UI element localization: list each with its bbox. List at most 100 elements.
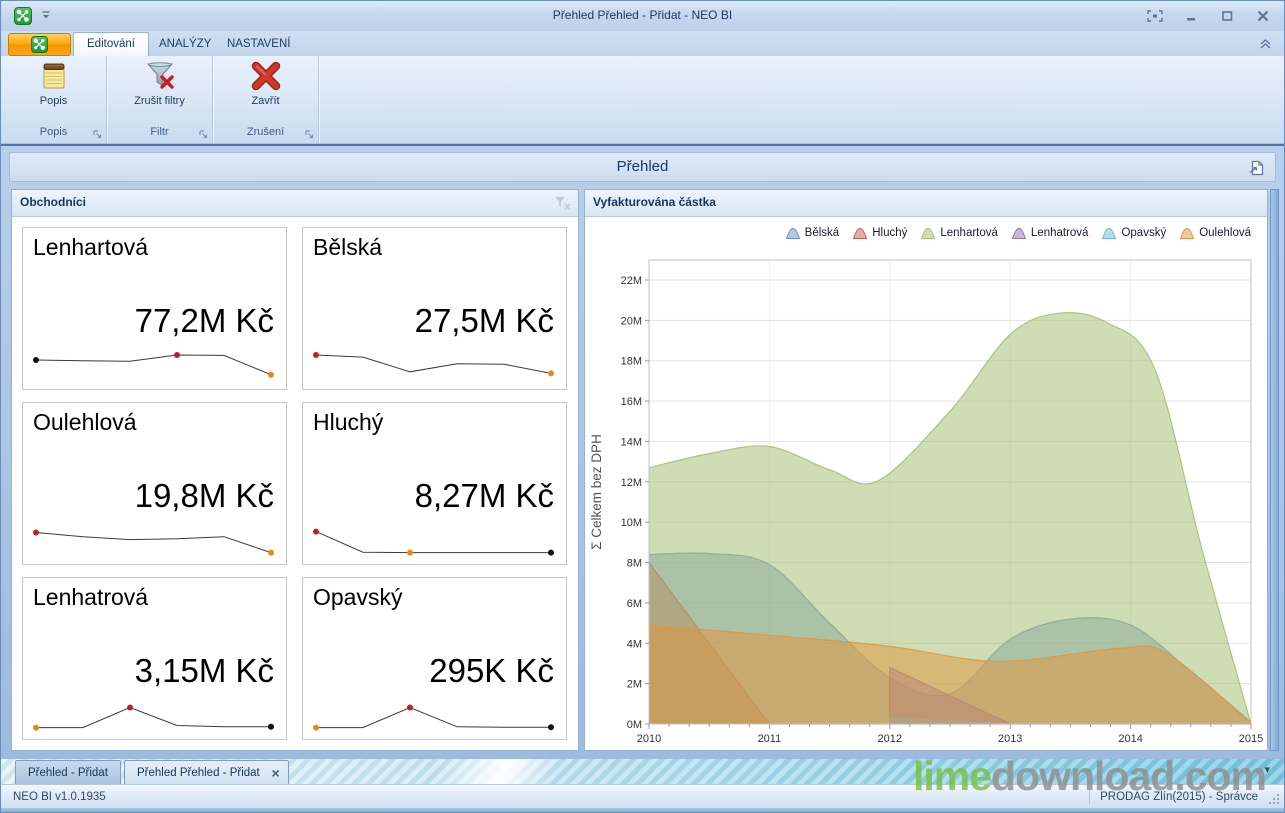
tab-close-icon[interactable]: × <box>272 761 280 784</box>
zavrit-button[interactable]: Zavřít <box>213 60 318 107</box>
svg-text:20M: 20M <box>621 315 642 327</box>
fullscreen-button[interactable] <box>1144 8 1166 24</box>
salesperson-card[interactable]: Hluchý 8,27M Kč <box>302 402 567 565</box>
ribbon-tab-nastaveni[interactable]: NASTAVENÍ <box>214 33 303 56</box>
legend-item[interactable]: Bělská <box>785 226 840 240</box>
ribbon-group-label: Popis <box>1 124 106 141</box>
ribbon: Popis Popis Zrušit filtry Filtr <box>1 56 1284 144</box>
sparkline <box>31 698 276 734</box>
application-menu-button[interactable] <box>8 33 71 56</box>
salesperson-card[interactable]: Lenhatrová3,15M Kč <box>22 577 287 740</box>
card-salesperson-name: Hluchý <box>313 409 383 436</box>
document-tabstrip: Přehled - Přidat Přehled Přehled - Přida… <box>1 759 1284 784</box>
dialog-launcher-icon[interactable] <box>93 130 102 139</box>
svg-text:2010: 2010 <box>637 733 661 745</box>
salespeople-panel-header: Obchodníci <box>12 190 578 217</box>
ribbon-group-label: Zrušení <box>213 124 318 141</box>
page-header-bar: Přehled <box>9 152 1276 182</box>
panel-splitter[interactable] <box>1270 189 1279 751</box>
filter-clear-icon[interactable] <box>554 196 571 210</box>
card-salesperson-name: Bělská <box>313 234 382 261</box>
sparkline <box>311 348 556 384</box>
salespeople-panel: Obchodníci Lenhartová 77,2M Kč Bělská27,5M… <box>11 189 579 751</box>
kpi-cards-grid: Lenhartová77,2M KčBělská27,5M KčOulehlov… <box>12 216 578 750</box>
sparkline <box>31 523 276 559</box>
app-window: Přehled Přehled - Přidat - NEO BI <box>0 0 1285 813</box>
salesperson-card[interactable]: Lenhartová 77,2M Kč <box>22 227 287 390</box>
title-bar: Přehled Přehled - Přidat - NEO BI <box>1 1 1284 31</box>
svg-text:10M: 10M <box>621 517 642 529</box>
notepad-icon <box>38 60 70 92</box>
ribbon-tab-row: Editování ANALÝZY NASTAVENÍ <box>1 31 1284 56</box>
card-amount-value: 3,15M Kč <box>135 652 274 690</box>
legend-label: Bělská <box>805 227 840 239</box>
svg-text:2012: 2012 <box>878 733 902 745</box>
tabstrip-swoosh <box>425 759 566 784</box>
svg-text:2015: 2015 <box>1239 733 1263 745</box>
legend-area-icon <box>920 226 936 240</box>
invoiced-amount-panel: Vyfakturována částka BělskáHluchýLenhart… <box>584 189 1268 751</box>
window-title: Přehled Přehled - Přidat - NEO BI <box>1 8 1284 22</box>
svg-text:2011: 2011 <box>758 733 782 745</box>
app-version-text: NEO BI v1.0.1935 <box>13 791 106 803</box>
popis-button-label: Popis <box>1 95 106 107</box>
legend-item[interactable]: Lenhartová <box>920 226 998 240</box>
card-amount-value: 295K Kč <box>429 652 554 690</box>
card-salesperson-name: Opavský <box>313 584 402 611</box>
chart-area: 0M2M4M6M8M10M12M14M16M18M20M22M201020112… <box>585 250 1269 757</box>
legend-item[interactable]: Oulehlová <box>1179 226 1251 240</box>
legend-item[interactable]: Opavský <box>1101 226 1166 240</box>
card-amount-value: 77,2M Kč <box>135 302 274 340</box>
popis-button[interactable]: Popis <box>1 60 106 107</box>
status-bar: NEO BI v1.0.1935 PRODAG Zlín(2015) - Spr… <box>1 784 1284 808</box>
y-axis-title: Σ Celkem bez DPH <box>589 434 604 550</box>
svg-text:0M: 0M <box>627 719 642 731</box>
doc-tab-prehled-pridat[interactable]: Přehled - Přidat <box>15 760 121 784</box>
zrusit-filtry-button-label: Zrušit filtry <box>107 95 212 107</box>
card-salesperson-name: Oulehlová <box>33 409 137 436</box>
export-button[interactable] <box>1245 157 1267 179</box>
restore-button[interactable] <box>1216 8 1238 24</box>
dialog-launcher-icon[interactable] <box>199 130 208 139</box>
content-area: Přehled Obchodníci Lenhartová 77,2M Kč Běl… <box>1 144 1284 759</box>
card-salesperson-name: Lenhartová <box>33 234 148 261</box>
doc-tab-label: Přehled - Přidat <box>28 767 108 779</box>
salesperson-card[interactable]: Oulehlová 19,8M Kč <box>22 402 287 565</box>
resize-grip[interactable] <box>1267 792 1280 805</box>
svg-text:22M: 22M <box>621 275 642 287</box>
legend-label: Lenhartová <box>940 227 998 239</box>
ribbon-tab-editovani[interactable]: Editování <box>73 32 149 56</box>
ribbon-collapse-icon[interactable] <box>1259 39 1272 49</box>
ribbon-group-label: Filtr <box>107 124 212 141</box>
salesperson-card[interactable]: Bělská27,5M Kč <box>302 227 567 390</box>
tabstrip-dropdown-icon[interactable]: ▾ <box>1264 763 1270 776</box>
status-user-text: PRODAG Zlín(2015) - Správce <box>1100 791 1258 803</box>
doc-tab-prehled-prehled-pridat[interactable]: Přehled Přehled - Přidat × <box>124 760 289 784</box>
legend-area-icon <box>1179 226 1195 240</box>
sparkline <box>311 698 556 734</box>
card-amount-value: 19,8M Kč <box>135 477 274 515</box>
svg-text:2M: 2M <box>627 679 642 691</box>
svg-text:2014: 2014 <box>1118 733 1142 745</box>
minimize-button[interactable] <box>1180 8 1202 24</box>
zrusit-filtry-button[interactable]: Zrušit filtry <box>107 60 212 107</box>
svg-text:6M: 6M <box>627 598 642 610</box>
legend-item[interactable]: Lenhatrová <box>1011 226 1089 240</box>
ribbon-tab-analyzy[interactable]: ANALÝZY <box>146 33 224 56</box>
legend-item[interactable]: Hluchý <box>852 226 907 240</box>
ribbon-group-zruseni: Zavřít Zrušení <box>213 56 319 143</box>
svg-text:12M: 12M <box>621 477 642 489</box>
app-logo-icon <box>31 36 48 53</box>
legend-label: Opavský <box>1121 227 1166 239</box>
legend-area-icon <box>852 226 868 240</box>
svg-text:14M: 14M <box>621 436 642 448</box>
svg-text:8M: 8M <box>627 558 642 570</box>
salesperson-card[interactable]: Opavský 295K Kč <box>302 577 567 740</box>
area-chart: 0M2M4M6M8M10M12M14M16M18M20M22M201020112… <box>585 250 1269 752</box>
window-bottom-edge <box>1 808 1284 813</box>
close-button[interactable] <box>1252 8 1274 24</box>
card-amount-value: 8,27M Kč <box>415 477 554 515</box>
dialog-launcher-icon[interactable] <box>305 130 314 139</box>
svg-text:4M: 4M <box>627 638 642 650</box>
svg-text:16M: 16M <box>621 396 642 408</box>
